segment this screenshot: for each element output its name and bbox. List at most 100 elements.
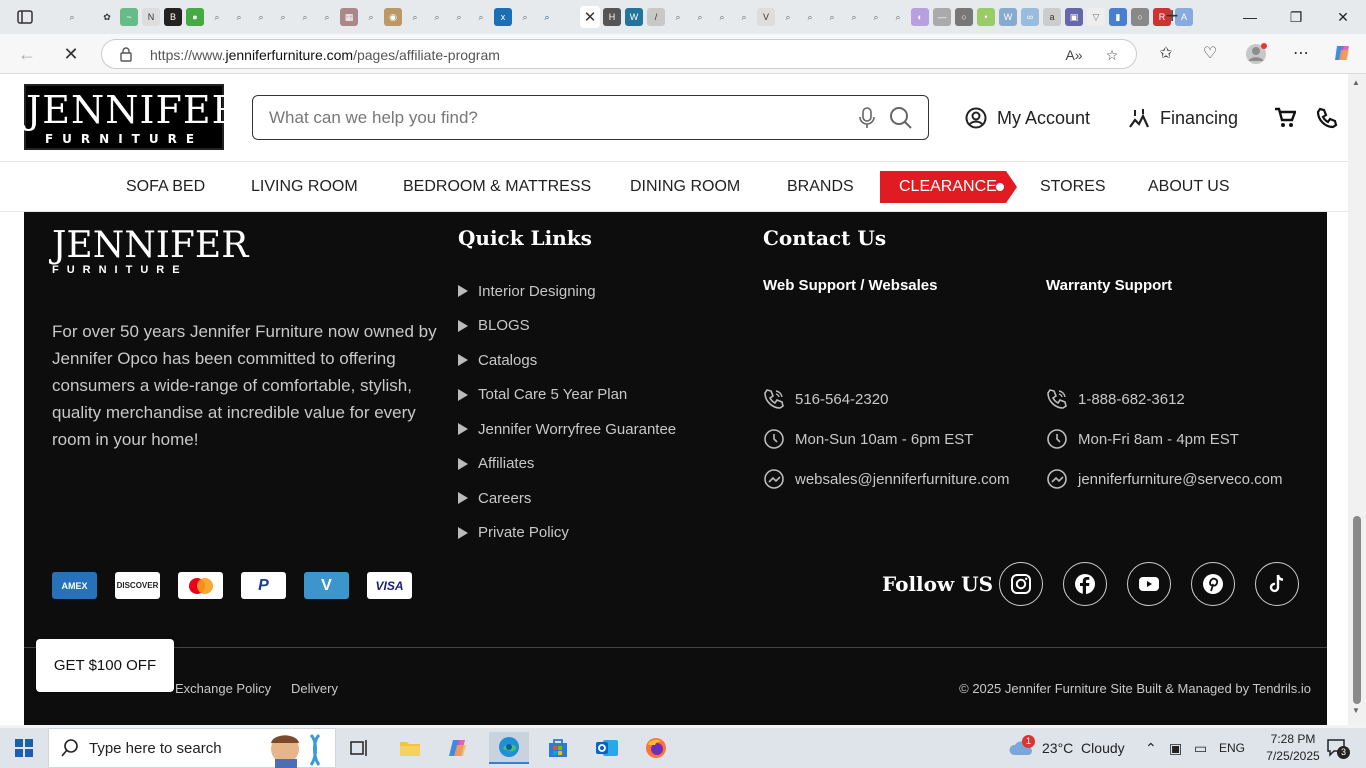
tab-favicon[interactable]: ▣ [1065,8,1083,26]
address-bar[interactable]: https://www.jenniferfurniture.com/pages/… [101,39,1137,69]
tab-active-close-icon[interactable]: ✕ [580,6,600,28]
favorite-star-icon[interactable]: ☆ [1102,45,1122,65]
tab-favicon[interactable]: H [603,8,621,26]
footer-logo[interactable]: JENNIFER FURNITURE [52,228,248,277]
tab-favicon[interactable]: x [494,8,512,26]
instagram-icon[interactable] [999,562,1043,606]
tab-search-icon[interactable]: ⌕ [889,8,907,26]
tab-search-icon[interactable]: ⌕ [208,8,226,26]
quick-link-worryfree[interactable]: Jennifer Worryfree Guarantee [458,412,676,447]
page-scrollbar[interactable]: ▲ ▼ [1348,74,1366,725]
tab-favicon[interactable]: ○ [1131,8,1149,26]
profile-avatar[interactable] [1245,43,1267,65]
back-icon[interactable]: ← [12,40,42,68]
my-account-link[interactable]: My Account [965,103,1090,133]
tab-search-icon[interactable]: ⌕ [63,8,81,26]
tab-search-icon[interactable]: ⌕ [823,8,841,26]
quick-link-private-policy[interactable]: Private Policy [458,516,676,551]
search-input[interactable] [269,106,829,130]
tab-search-icon[interactable]: ⌕ [362,8,380,26]
file-explorer-icon[interactable] [390,732,430,764]
copilot-icon[interactable] [1332,43,1354,65]
tab-search-icon[interactable]: ⌕ [691,8,709,26]
tab-search-icon[interactable]: ⌕ [274,8,292,26]
cart-icon[interactable] [1274,103,1296,133]
tab-favicon[interactable]: V [757,8,775,26]
show-hidden-icons[interactable]: ⌃ [1145,728,1157,768]
tab-search-icon[interactable]: ⌕ [779,8,797,26]
delivery-link[interactable]: Delivery [291,681,338,696]
tab-search-icon[interactable]: ⌕ [845,8,863,26]
tab-favicon[interactable]: / [647,8,665,26]
financing-link[interactable]: Financing [1128,103,1238,133]
site-logo[interactable]: JENNIFER FURNITURE [24,84,240,150]
tab-search-icon[interactable]: ⌕ [230,8,248,26]
tab-search-icon[interactable]: ⌕ [472,8,490,26]
favorites-icon[interactable]: ✩ [1155,43,1177,65]
tiktok-icon[interactable] [1255,562,1299,606]
tab-favicon[interactable]: ~ [120,8,138,26]
tab-actions-icon[interactable] [8,5,42,29]
tab-favicon[interactable]: • [977,8,995,26]
warranty-phone[interactable]: 1-888-682-3612 [1046,388,1185,410]
tab-favicon[interactable]: ◐ [911,8,929,26]
tab-favicon[interactable]: N [142,8,160,26]
tab-chatgpt-icon[interactable]: ✿ [98,8,116,26]
taskbar-clock[interactable]: 7:28 PM 7/25/2025 [1262,731,1324,765]
tab-search-icon[interactable]: ⌕ [450,8,468,26]
scroll-up-icon[interactable]: ▲ [1352,78,1360,87]
browser-essentials-icon[interactable]: ♡ [1199,43,1221,65]
scroll-thumb[interactable] [1353,516,1361,704]
nav-bedroom-mattress[interactable]: BEDROOM & MATTRESS [403,178,591,196]
network-icon[interactable]: ▣ [1169,728,1182,768]
nav-living-room[interactable]: LIVING ROOM [251,178,358,196]
tab-favicon[interactable]: W [625,8,643,26]
web-support-email[interactable]: websales@jenniferfurniture.com [763,468,1010,490]
tab-favicon[interactable]: ▽ [1087,8,1105,26]
nav-brands[interactable]: BRANDS [787,178,854,196]
maximize-icon[interactable]: ❐ [1273,0,1319,34]
more-options-icon[interactable]: ⋯ [1290,43,1312,65]
quick-link-careers[interactable]: Careers [458,481,676,516]
tab-favicon[interactable]: a [1043,8,1061,26]
tab-favicon[interactable]: ○ [955,8,973,26]
phone-icon[interactable] [1316,103,1338,133]
nav-clearance[interactable]: CLEARANCE [880,171,1017,203]
tab-favicon[interactable]: ▮ [1109,8,1127,26]
quick-link-interior-designing[interactable]: Interior Designing [458,274,676,309]
tab-search-icon[interactable]: ⌕ [296,8,314,26]
tab-favicon[interactable]: — [933,8,951,26]
stop-loading-icon[interactable]: ✕ [56,40,86,68]
edge-browser-icon[interactable] [489,732,529,764]
task-view-icon[interactable] [340,732,380,764]
battery-icon[interactable]: ▭ [1194,728,1207,768]
minimize-icon[interactable]: — [1227,0,1273,34]
facebook-icon[interactable] [1063,562,1107,606]
warranty-email[interactable]: jenniferfurniture@serveco.com [1046,468,1282,490]
language-indicator[interactable]: ENG [1219,728,1245,768]
youtube-icon[interactable] [1127,562,1171,606]
quick-link-affiliates[interactable]: Affiliates [458,447,676,482]
tab-search-icon[interactable]: ⌕ [516,8,534,26]
tab-favicon[interactable]: W [999,8,1017,26]
firefox-icon[interactable] [636,732,676,764]
notifications-icon[interactable]: 3 [1326,728,1350,768]
web-support-phone[interactable]: 516-564-2320 [763,388,888,410]
tab-favicon[interactable]: B [164,8,182,26]
quick-link-catalogs[interactable]: Catalogs [458,343,676,378]
taskbar-search-box[interactable]: Type here to search [48,728,336,768]
tab-search-icon[interactable]: ⌕ [713,8,731,26]
outlook-icon[interactable] [587,732,627,764]
new-tab-button[interactable]: + [1160,5,1184,29]
tab-favicon[interactable]: ∞ [1021,8,1039,26]
tab-favicon[interactable]: ▦ [340,8,358,26]
pinterest-icon[interactable] [1191,562,1235,606]
tab-favicon[interactable]: ● [186,8,204,26]
tab-search-icon[interactable]: ⌕ [735,8,753,26]
tab-favicon[interactable]: ◉ [384,8,402,26]
search-icon[interactable] [889,106,913,130]
copilot-app-icon[interactable] [439,732,479,764]
tab-search-icon[interactable]: ⌕ [318,8,336,26]
tab-search-icon[interactable]: ⌕ [867,8,885,26]
close-window-icon[interactable]: ✕ [1320,0,1366,34]
